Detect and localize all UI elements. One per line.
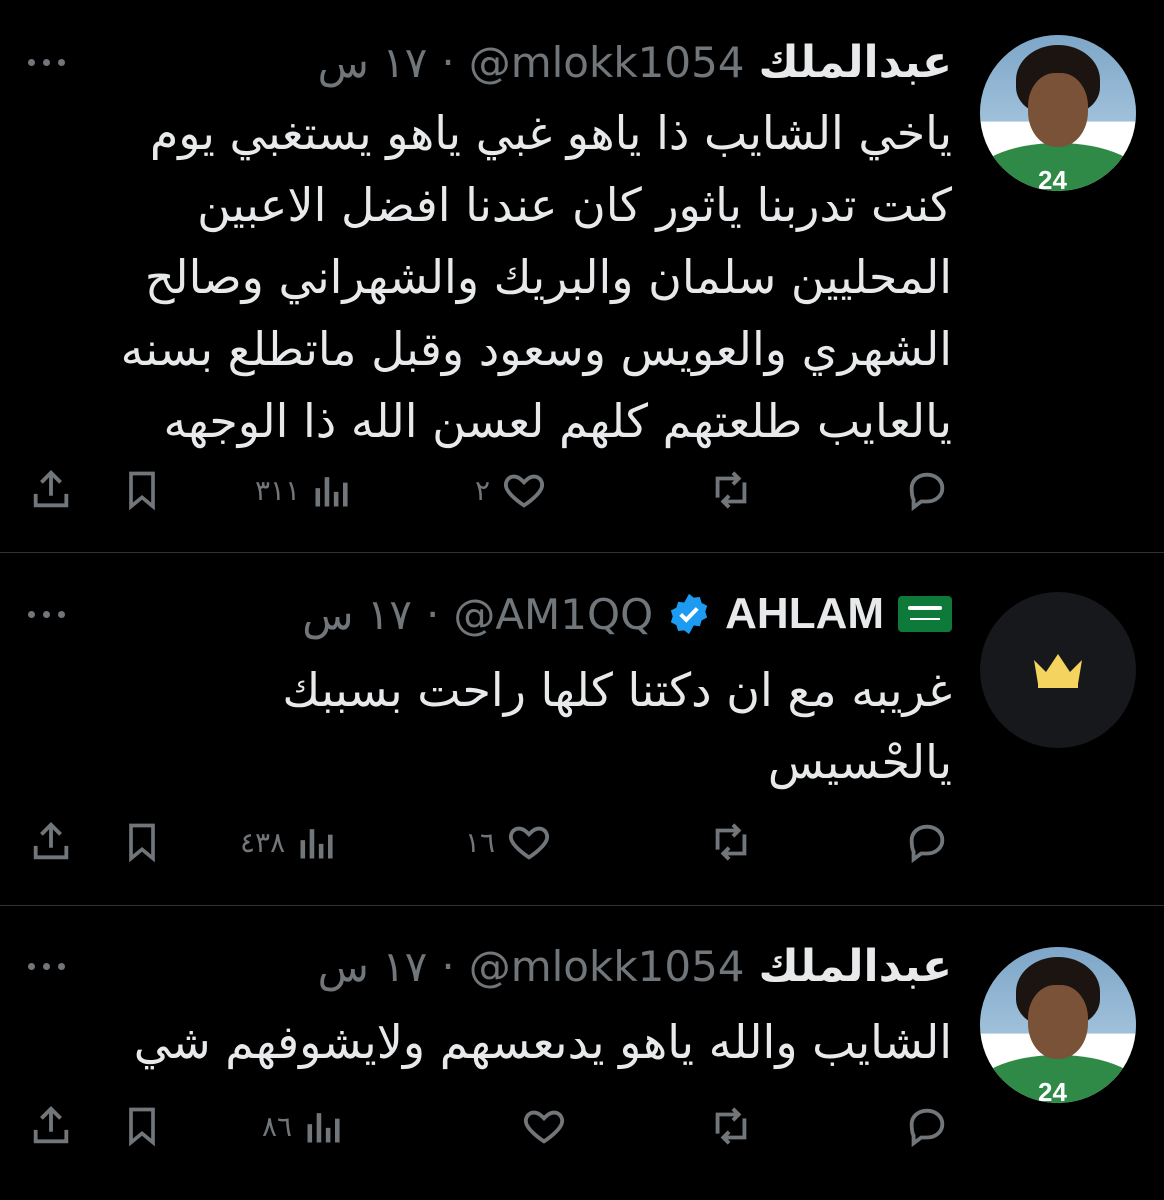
tweet-line: الشهري والعويس وسعود وقبل ماتطلع بسنه [120, 322, 952, 376]
bookmark-icon [129, 823, 155, 863]
heart-icon [509, 826, 550, 860]
share-icon [33, 1106, 69, 1144]
tweet-line: يالعايب طلعتهم كلهم لعسن الله ذا الوجهه [163, 394, 953, 448]
tweet-line: غريبه مع ان دكتنا كلها راحت بسببك [282, 663, 952, 717]
views-button[interactable]: ٨٦ [262, 1096, 346, 1156]
tweet-header: AHLAM @AM1QQ · ١٧ س [302, 584, 952, 644]
retweet-icon [715, 471, 747, 509]
display-name[interactable]: عبدالملك [759, 941, 952, 992]
timestamp[interactable]: ١٧ س [302, 590, 412, 639]
views-button[interactable]: ٤٣٨ [240, 812, 339, 872]
retweet-button[interactable] [705, 1096, 757, 1156]
views-count: ٨٦ [262, 1109, 293, 1143]
user-handle[interactable]: @AM1QQ [453, 590, 653, 639]
reply-icon [909, 472, 945, 512]
separator-dot: · [441, 941, 455, 991]
views-count: ٣١١ [255, 473, 301, 507]
display-name[interactable]: AHLAM [725, 589, 884, 639]
share-button[interactable] [28, 812, 74, 872]
bookmark-button[interactable] [120, 812, 164, 872]
like-button[interactable]: ١٦ [465, 812, 553, 872]
tweet-text: غريبه مع ان دكتنا كلها راحت بسببك يالحْس… [52, 654, 952, 798]
views-icon [315, 477, 348, 507]
tweet-text: ياخي الشايب ذا ياهو غبي ياهو يستغبي يوم … [52, 97, 952, 457]
tweet-text: الشايب والله ياهو يدىعسهم ولايشوفهم شي [52, 1006, 952, 1078]
retweet-icon [715, 1107, 747, 1145]
divider [0, 905, 1164, 906]
timestamp[interactable]: ١٧ س [318, 942, 428, 991]
user-handle[interactable]: @mlokk1054 [469, 942, 745, 991]
avatar[interactable]: 24 [980, 35, 1136, 191]
action-bar: ٤٣٨ ١٦ [0, 812, 1164, 872]
more-icon[interactable] [28, 956, 78, 976]
share-icon [33, 822, 69, 860]
bookmark-button[interactable] [120, 1096, 164, 1156]
tweet-header: عبدالملك @mlokk1054 · ١٧ س [318, 936, 952, 996]
heart-icon [523, 1110, 565, 1144]
bookmark-icon [129, 1107, 155, 1147]
reply-icon [909, 824, 945, 864]
share-button[interactable] [28, 460, 74, 520]
tweet-header: عبدالملك @mlokk1054 · ١٧ س [318, 32, 952, 92]
tweet-line: الشايب والله ياهو يدىعسهم ولايشوفهم شي [133, 1015, 952, 1069]
saudi-flag-icon [898, 596, 952, 632]
avatar-shirt-number: 24 [1038, 165, 1067, 191]
views-icon [300, 829, 333, 859]
action-bar: ٣١١ ٢ [0, 460, 1164, 520]
crown-icon [1034, 654, 1082, 688]
reply-button[interactable] [902, 460, 952, 520]
views-count: ٤٣٨ [240, 825, 286, 859]
views-button[interactable]: ٣١١ [255, 460, 354, 520]
reply-button[interactable] [902, 1096, 952, 1156]
more-icon[interactable] [28, 52, 78, 72]
more-icon[interactable] [28, 604, 78, 624]
heart-icon [504, 474, 545, 508]
verified-badge-icon [670, 593, 708, 635]
likes-count: ٢ [475, 473, 491, 507]
avatar[interactable] [980, 592, 1136, 748]
reply-button[interactable] [902, 812, 952, 872]
divider [0, 552, 1164, 553]
user-handle[interactable]: @mlokk1054 [469, 38, 745, 87]
bookmark-icon [129, 471, 155, 511]
share-icon [33, 470, 69, 508]
reply-icon [909, 1108, 945, 1148]
action-bar: ٨٦ [0, 1096, 1164, 1156]
views-icon [307, 1113, 340, 1143]
tweet-line: ياخي الشايب ذا ياهو غبي ياهو يستغبي يوم [149, 106, 952, 160]
separator-dot: · [441, 37, 455, 87]
share-button[interactable] [28, 1096, 74, 1156]
retweet-button[interactable] [705, 812, 757, 872]
retweet-button[interactable] [705, 460, 757, 520]
tweet-line: المحليين سلمان والبريك والشهراني وصالح [144, 250, 952, 304]
like-button[interactable]: ٢ [475, 460, 548, 520]
separator-dot: · [425, 589, 440, 639]
display-name[interactable]: عبدالملك [759, 37, 952, 88]
like-button[interactable] [510, 1096, 568, 1156]
likes-count: ١٦ [465, 825, 496, 859]
tweet-line: كنت تدربنا ياثور كان عندنا افضل الاعبين [197, 178, 952, 232]
tweet-line: يالحْسيس [767, 735, 952, 789]
avatar[interactable]: 24 [980, 947, 1136, 1103]
timestamp[interactable]: ١٧ س [318, 38, 428, 87]
bookmark-button[interactable] [120, 460, 164, 520]
retweet-icon [715, 823, 747, 861]
